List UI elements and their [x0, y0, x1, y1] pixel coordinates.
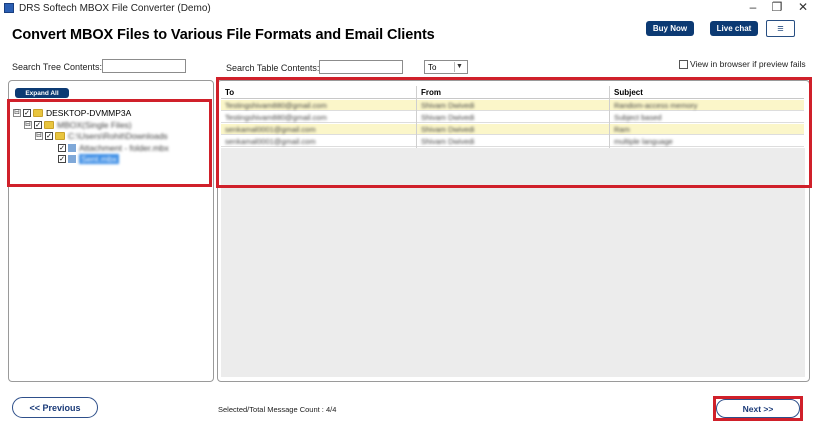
minimize-icon[interactable]: –: [742, 0, 764, 14]
buy-now-button[interactable]: Buy Now: [646, 21, 694, 36]
restore-icon[interactable]: ❐: [766, 0, 788, 14]
tree-highlight-box: [7, 99, 212, 187]
live-chat-button[interactable]: Live chat: [710, 21, 758, 36]
window-title: DRS Softech MBOX File Converter (Demo): [19, 2, 211, 14]
search-field-value: To: [428, 62, 437, 72]
search-table-input[interactable]: [319, 60, 403, 74]
previous-button[interactable]: << Previous: [12, 397, 98, 418]
search-field-select[interactable]: To ▼: [424, 60, 468, 74]
search-tree-label: Search Tree Contents:: [12, 62, 103, 72]
view-in-browser-label: View in browser if preview fails: [690, 59, 806, 69]
table-highlight-box: [216, 77, 812, 188]
chevron-down-icon: ▼: [454, 62, 464, 72]
expand-all-button[interactable]: Expand All: [15, 88, 69, 98]
view-in-browser-checkbox[interactable]: [679, 60, 688, 69]
page-title: Convert MBOX Files to Various File Forma…: [12, 27, 435, 43]
next-highlight-box: [713, 396, 803, 421]
search-table-label: Search Table Contents:: [226, 63, 320, 73]
message-count: Selected/Total Message Count : 4/4: [218, 405, 337, 414]
app-icon: [4, 3, 14, 13]
search-tree-input[interactable]: [102, 59, 186, 73]
menu-button[interactable]: ≡: [766, 20, 795, 37]
close-icon[interactable]: ✕: [792, 0, 814, 14]
hamburger-icon: ≡: [777, 22, 784, 35]
title-bar: DRS Softech MBOX File Converter (Demo): [0, 0, 820, 16]
